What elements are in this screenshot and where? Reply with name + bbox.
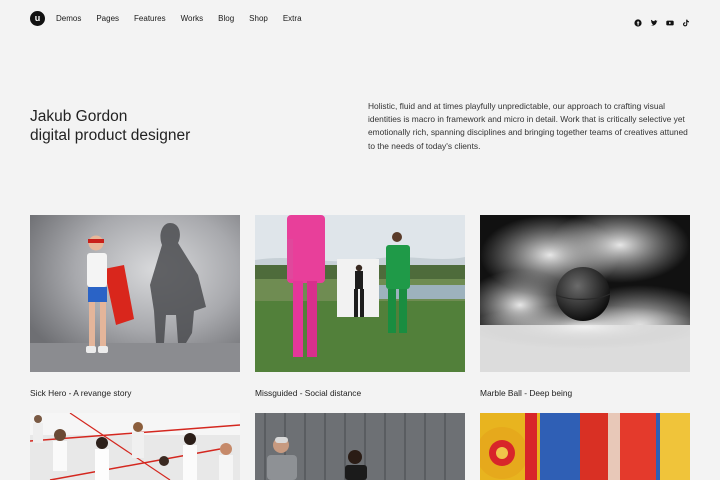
hero-role: digital product designer: [30, 127, 191, 144]
portfolio-image[interactable]: [255, 413, 465, 480]
hero-description: Holistic, fluid and at times playfully u…: [368, 101, 688, 151]
twitter-icon[interactable]: [650, 14, 658, 26]
portfolio-image[interactable]: [30, 413, 240, 480]
nav-item-blog[interactable]: Blog: [218, 14, 234, 24]
hero-name: Jakub Gordon: [30, 108, 128, 125]
nav-item-extra[interactable]: Extra: [283, 14, 302, 24]
portfolio-caption[interactable]: Missguided - Social distance: [255, 388, 361, 398]
nav-item-shop[interactable]: Shop: [249, 14, 268, 24]
main-nav: Demos Pages Features Works Blog Shop Ext…: [56, 14, 317, 24]
facebook-icon[interactable]: [634, 14, 642, 27]
nav-item-demos[interactable]: Demos: [56, 14, 81, 24]
social-links: [634, 14, 690, 27]
nav-item-works[interactable]: Works: [181, 14, 204, 24]
tiktok-icon[interactable]: [682, 14, 690, 27]
portfolio-image[interactable]: [480, 413, 690, 480]
nav-item-pages[interactable]: Pages: [96, 14, 119, 24]
portfolio-caption[interactable]: Marble Ball - Deep being: [480, 388, 572, 398]
site-header: u Demos Pages Features Works Blog Shop E…: [0, 0, 720, 38]
logo[interactable]: u: [30, 11, 45, 26]
hero-title: Jakub Gordon digital product designer: [30, 107, 190, 145]
youtube-icon[interactable]: [666, 14, 674, 26]
portfolio-image[interactable]: [480, 215, 690, 372]
portfolio-caption[interactable]: Sick Hero - A revange story: [30, 388, 131, 398]
nav-item-features[interactable]: Features: [134, 14, 166, 24]
portfolio-image[interactable]: [30, 215, 240, 372]
portfolio-image[interactable]: [255, 215, 465, 372]
